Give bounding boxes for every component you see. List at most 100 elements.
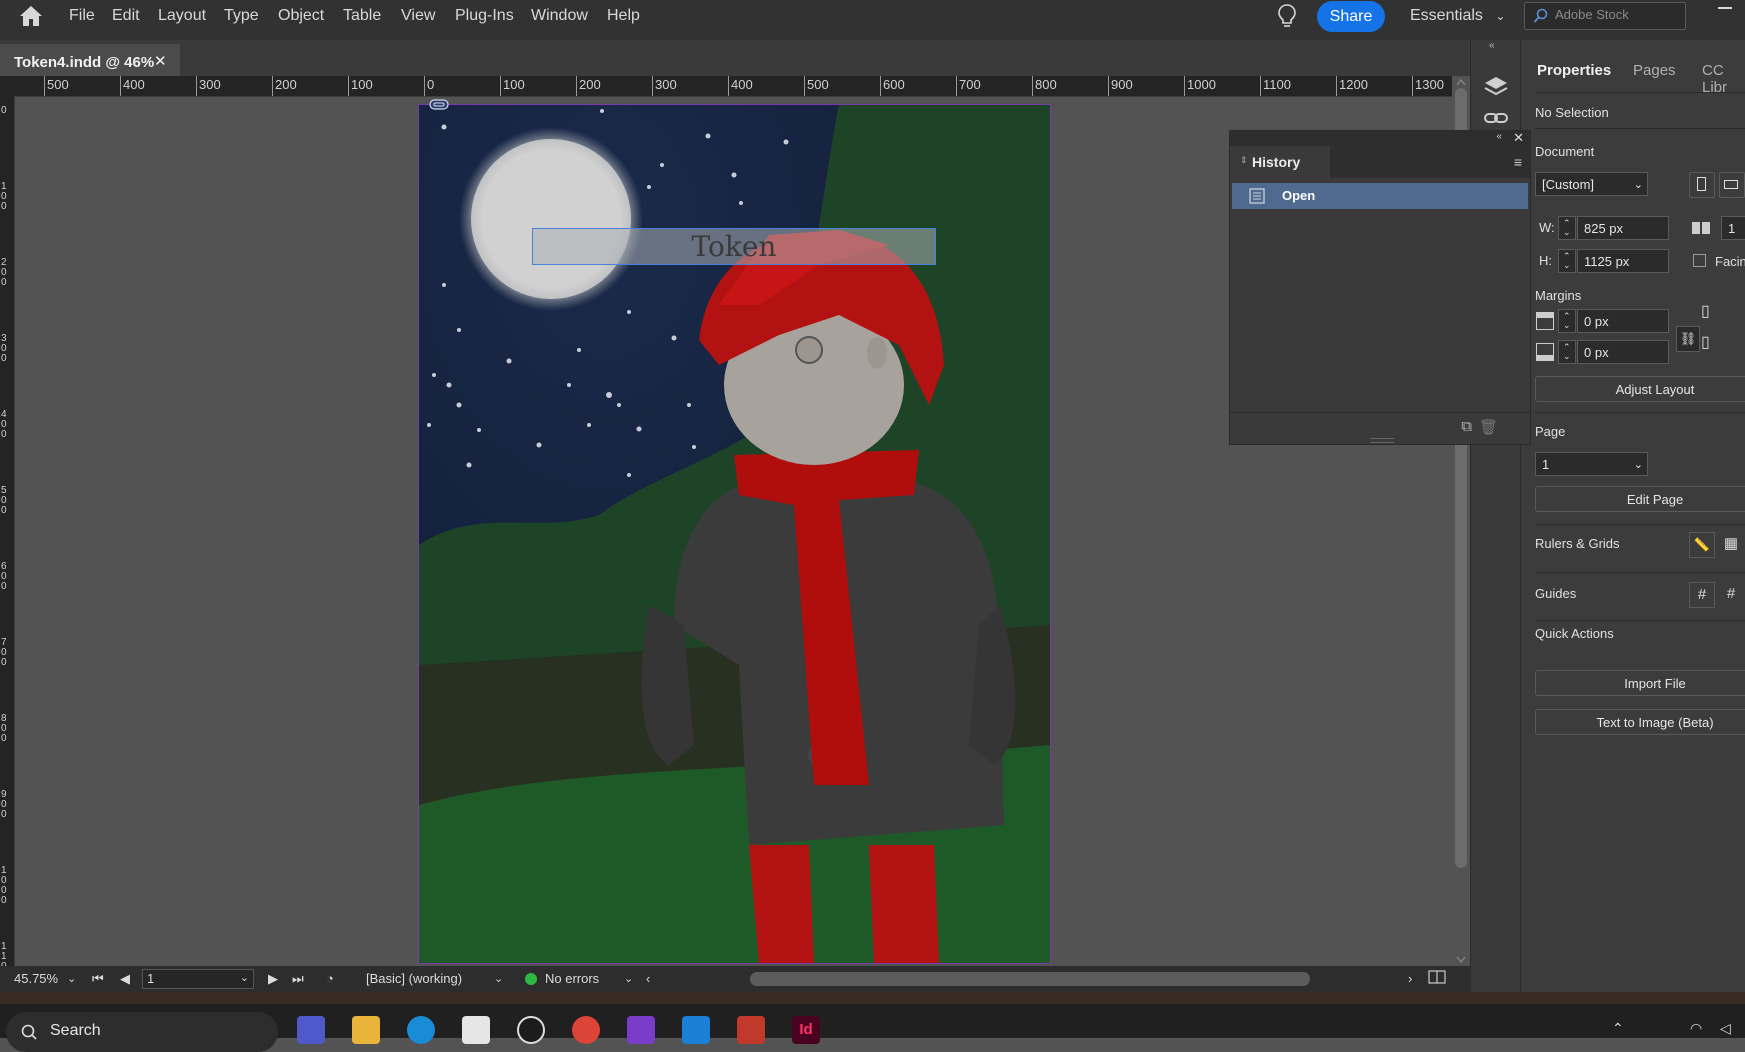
affinity-designer-icon[interactable]: [682, 1016, 710, 1044]
zoom-dropdown-chevron-icon[interactable]: ⌄: [67, 972, 76, 985]
height-field[interactable]: 1125 px: [1577, 249, 1669, 273]
horizontal-ruler[interactable]: 500 400 300 200 100 0 100 200 300 400 500 600 700 800…: [14, 76, 1452, 97]
width-stepper[interactable]: ⌃ ⌄: [1558, 216, 1576, 240]
chrome-icon[interactable]: [572, 1016, 600, 1044]
horizontal-scroll-thumb[interactable]: [750, 972, 1310, 986]
facing-pages-checkbox[interactable]: [1693, 254, 1706, 267]
menu-object[interactable]: Object: [278, 0, 324, 32]
margin-top-stepper[interactable]: ⌃ ⌄: [1558, 309, 1576, 333]
affinity-photo-icon[interactable]: [627, 1016, 655, 1044]
width-field[interactable]: 825 px: [1577, 216, 1669, 240]
text-frame-content[interactable]: Token: [533, 229, 935, 264]
workspace-switcher[interactable]: Essentials ⌄: [1410, 0, 1505, 32]
ruler-icon[interactable]: 📏: [1689, 532, 1715, 558]
ruler-tick-label: 500: [807, 77, 829, 92]
preflight-errors[interactable]: No errors: [545, 971, 599, 986]
microsoft-store-icon[interactable]: [462, 1016, 490, 1044]
text-to-image-button[interactable]: Text to Image (Beta): [1535, 709, 1745, 735]
volume-icon[interactable]: ◁: [1720, 1020, 1731, 1037]
next-page-icon[interactable]: ▶: [268, 971, 278, 987]
last-page-icon[interactable]: ⏭: [292, 971, 304, 987]
scroll-left-icon[interactable]: ‹: [646, 971, 650, 986]
new-document-from-state-icon[interactable]: ⧉: [1461, 418, 1472, 435]
document-tab[interactable]: Token4.indd @ 46% ✕: [0, 44, 180, 78]
menu-edit[interactable]: Edit: [112, 0, 140, 32]
menu-table[interactable]: Table: [343, 0, 381, 32]
history-panel[interactable]: « ✕ ⇕ History ≡ Open ⧉ 🗑: [1229, 130, 1531, 445]
grid-icon[interactable]: ▦: [1719, 532, 1743, 556]
tab-properties[interactable]: Properties: [1537, 62, 1611, 79]
collapse-panels-icon[interactable]: «: [1489, 40, 1495, 51]
close-icon[interactable]: ✕: [154, 52, 167, 70]
tab-cc-libraries[interactable]: CC Libr: [1702, 62, 1745, 96]
guides-icon[interactable]: #: [1689, 582, 1715, 608]
edit-page-button[interactable]: Edit Page: [1535, 486, 1745, 512]
chain-link-icon[interactable]: ⛓: [1676, 326, 1700, 352]
links-icon[interactable]: [1483, 110, 1509, 126]
affinity-publisher-icon[interactable]: [737, 1016, 765, 1044]
panel-menu-icon[interactable]: ≡: [1514, 154, 1522, 170]
page-number-field[interactable]: 1 ⌄: [142, 969, 254, 989]
menu-layout[interactable]: Layout: [158, 0, 206, 32]
height-stepper[interactable]: ⌃ ⌄: [1558, 249, 1576, 273]
preflight-profile-chevron-icon[interactable]: ⌄: [494, 972, 503, 985]
chevron-down-icon[interactable]: ⌄: [240, 971, 249, 984]
preflight-menu-chevron-icon[interactable]: ⌄: [624, 972, 633, 985]
margins-heading: Margins: [1535, 288, 1582, 303]
document-preset-select[interactable]: [Custom] ⌄: [1535, 172, 1648, 196]
menu-help[interactable]: Help: [607, 0, 640, 32]
panel-drag-bar[interactable]: « ✕: [1230, 130, 1530, 146]
menu-file[interactable]: File: [69, 0, 95, 32]
link-icon[interactable]: [429, 97, 449, 110]
layers-icon[interactable]: [1483, 74, 1509, 98]
previous-page-icon[interactable]: ◀: [120, 971, 130, 987]
zoom-level[interactable]: 45.75%: [14, 971, 58, 986]
width-value: 825 px: [1584, 221, 1624, 236]
margin-bottom-stepper[interactable]: ⌃ ⌄: [1558, 340, 1576, 364]
ruler-tick-label: 400: [1, 409, 7, 440]
minimize-icon[interactable]: [1714, 2, 1738, 14]
scroll-right-icon[interactable]: ›: [1408, 971, 1412, 986]
margin-top-field[interactable]: 0 px: [1577, 309, 1669, 333]
first-page-icon[interactable]: ⏮: [92, 971, 104, 987]
edge-icon[interactable]: [407, 1016, 435, 1044]
chevron-up-icon[interactable]: ⌃: [1612, 1020, 1624, 1037]
smart-guides-icon[interactable]: #: [1719, 582, 1743, 606]
lightbulb-icon[interactable]: [1276, 2, 1298, 30]
collapse-panel-icon[interactable]: «: [1496, 131, 1502, 142]
scroll-up-icon[interactable]: [1456, 78, 1466, 86]
page-select[interactable]: 1 ⌄: [1535, 452, 1648, 476]
tab-pages[interactable]: Pages: [1633, 62, 1676, 79]
adobe-stock-search[interactable]: Adobe Stock: [1524, 2, 1686, 30]
vertical-ruler[interactable]: 0 100 200 300 400 500 600 700 800 900 1000 1100: [0, 96, 15, 966]
text-frame[interactable]: Token: [532, 228, 936, 265]
menu-view[interactable]: View: [401, 0, 435, 32]
teams-icon[interactable]: [297, 1016, 325, 1044]
menu-plugins[interactable]: Plug-Ins: [455, 0, 514, 32]
preflight-profile[interactable]: [Basic] (working): [366, 971, 462, 986]
menu-window[interactable]: Window: [531, 0, 588, 32]
tab-history[interactable]: ⇕ History: [1230, 146, 1330, 178]
share-button[interactable]: Share: [1317, 1, 1385, 32]
teamviewer-icon[interactable]: [517, 1016, 545, 1044]
file-explorer-icon[interactable]: [352, 1016, 380, 1044]
margin-bottom-field[interactable]: 0 px: [1577, 340, 1669, 364]
wifi-icon[interactable]: ◠: [1690, 1020, 1702, 1037]
pages-count-field[interactable]: 1: [1721, 216, 1745, 240]
adjust-layout-button[interactable]: Adjust Layout: [1535, 376, 1745, 402]
history-item[interactable]: Open: [1232, 183, 1528, 209]
indesign-icon[interactable]: Id: [792, 1016, 820, 1044]
open-document-icon[interactable]: ◔: [326, 971, 334, 986]
landscape-orientation-icon[interactable]: [1719, 172, 1745, 198]
resize-grip-icon[interactable]: [1370, 438, 1394, 443]
ruler-origin[interactable]: [0, 76, 14, 96]
home-icon[interactable]: [18, 4, 44, 28]
split-view-icon[interactable]: [1428, 969, 1446, 988]
portrait-orientation-icon[interactable]: [1689, 172, 1715, 198]
taskbar-search[interactable]: Search: [6, 1012, 278, 1052]
scroll-down-icon[interactable]: [1456, 956, 1466, 964]
menu-type[interactable]: Type: [224, 0, 259, 32]
close-icon[interactable]: ✕: [1513, 130, 1524, 146]
import-file-button[interactable]: Import File: [1535, 670, 1745, 696]
trash-icon[interactable]: 🗑: [1479, 418, 1498, 436]
